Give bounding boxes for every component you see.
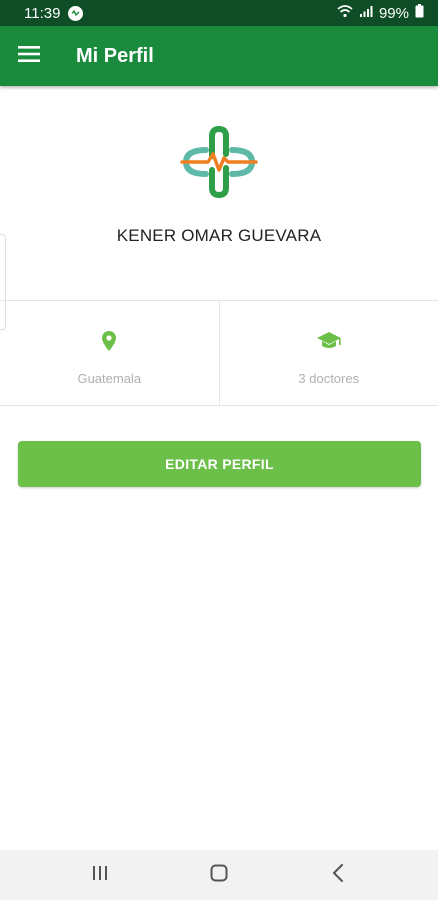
signal-icon <box>359 5 373 22</box>
battery-text: 99% <box>378 4 409 22</box>
doctors-cell: 3 doctores <box>218 301 438 405</box>
page-title: Mi Perfil <box>76 44 154 67</box>
home-icon <box>210 864 228 887</box>
doctors-text: 3 doctores <box>298 371 360 386</box>
location-cell: Guatemala <box>0 301 219 405</box>
medical-cross-logo <box>180 125 258 199</box>
profile-name: KENER OMAR GUEVARA <box>116 226 322 245</box>
back-button[interactable] <box>308 850 368 900</box>
status-right: 99% <box>337 4 424 22</box>
location-pin-icon <box>102 329 117 353</box>
wifi-icon <box>337 4 353 22</box>
status-left: 11:39 <box>24 4 84 22</box>
back-icon <box>332 863 344 887</box>
location-text: Guatemala <box>77 371 142 386</box>
app-bar: Mi Perfil <box>0 26 438 86</box>
recent-apps-icon <box>92 865 108 886</box>
status-bar: 11:39 99% <box>0 0 438 26</box>
menu-button[interactable] <box>0 26 58 86</box>
recent-apps-button[interactable] <box>70 850 130 900</box>
system-nav-bar <box>0 850 438 900</box>
profile-info-row: Guatemala 3 doctores <box>0 300 438 406</box>
graduation-cap-icon <box>316 329 342 353</box>
edit-profile-button[interactable]: EDITAR PERFIL <box>18 441 421 487</box>
home-button[interactable] <box>189 850 249 900</box>
battery-icon <box>415 4 424 22</box>
status-time: 11:39 <box>24 4 61 22</box>
notification-icon <box>68 5 84 21</box>
menu-icon <box>18 45 40 67</box>
